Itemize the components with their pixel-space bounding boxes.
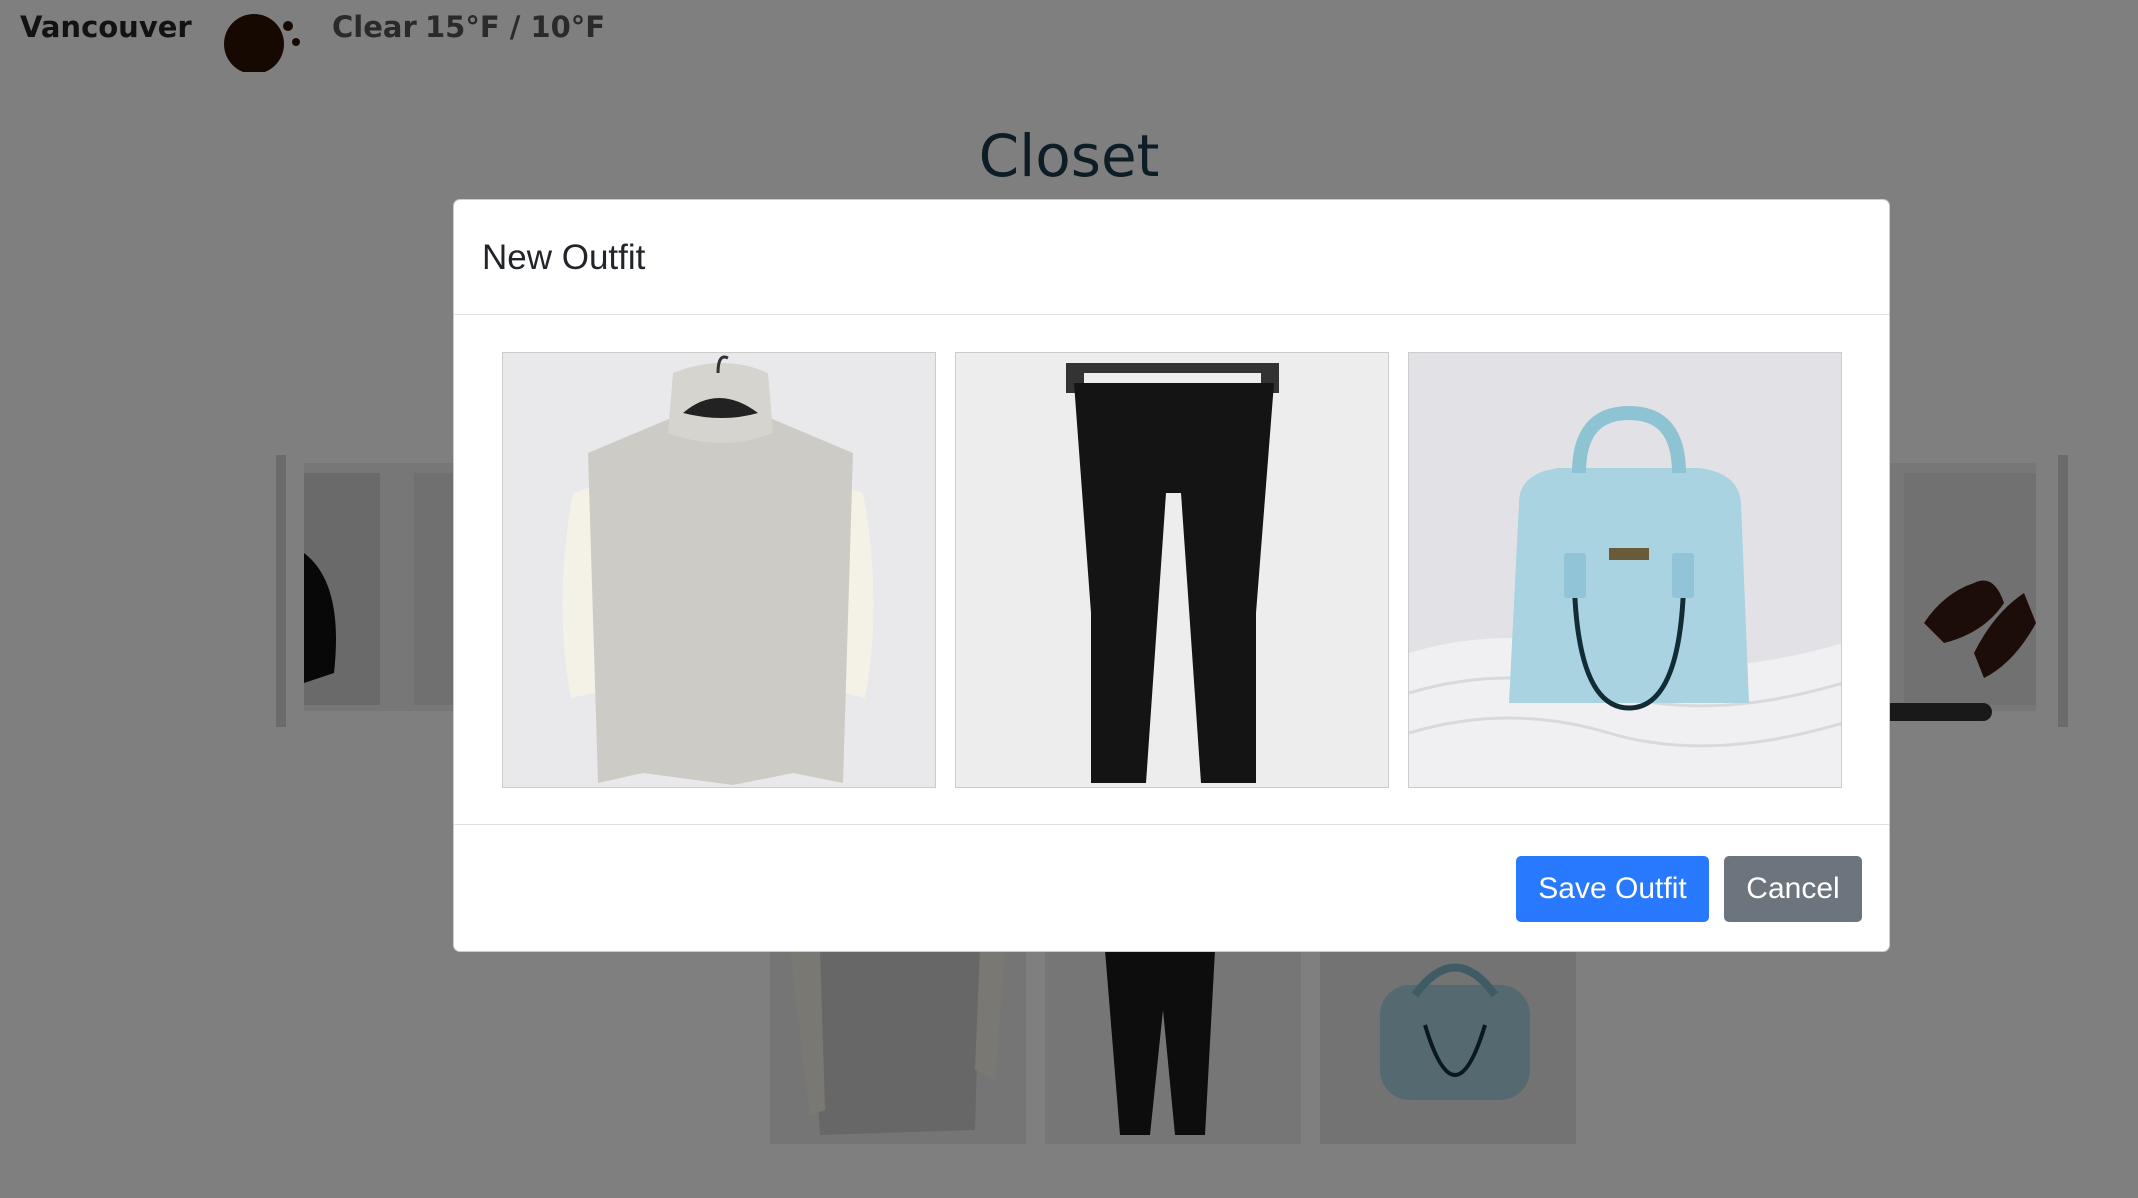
modal-title: New Outfit <box>482 238 646 277</box>
pants-image <box>956 353 1388 787</box>
new-outfit-modal: New Outfit Save Outfit Cancel <box>453 199 1890 952</box>
outfit-item-handbag[interactable] <box>1408 352 1842 788</box>
sweater-image <box>503 353 935 787</box>
modal-footer: Save Outfit Cancel <box>454 824 1889 952</box>
save-outfit-button[interactable]: Save Outfit <box>1516 856 1709 922</box>
modal-body <box>454 314 1889 825</box>
modal-header: New Outfit <box>454 200 1889 315</box>
outfit-item-pants[interactable] <box>955 352 1389 788</box>
handbag-image <box>1409 353 1841 787</box>
cancel-button[interactable]: Cancel <box>1724 856 1862 922</box>
outfit-item-sweater[interactable] <box>502 352 936 788</box>
